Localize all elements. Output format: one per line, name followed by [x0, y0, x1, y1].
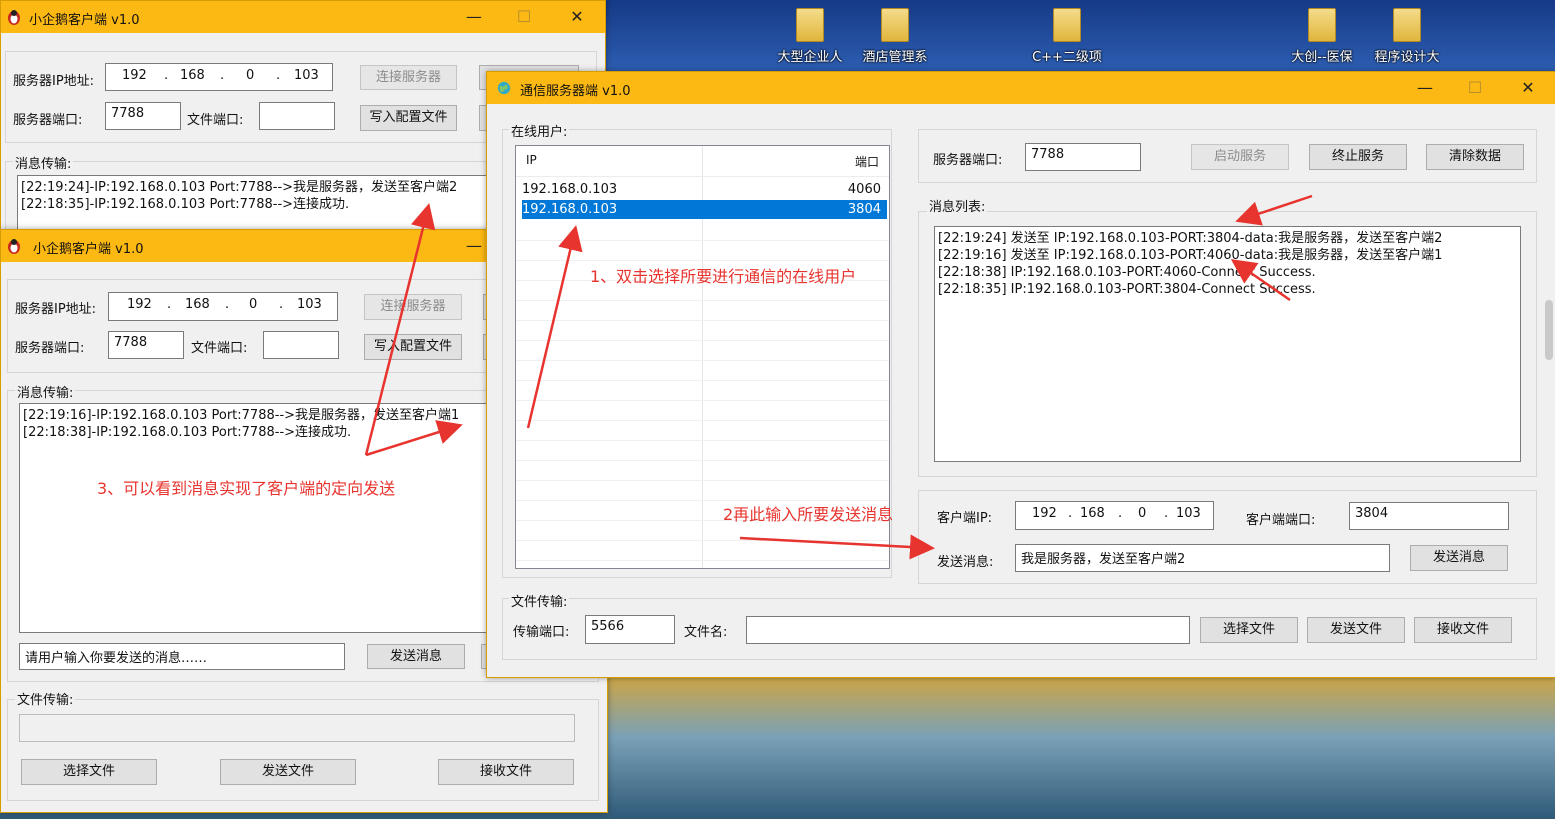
- arrow-to-message-2: [1230, 259, 1291, 302]
- annotation-arrows: [364, 194, 1313, 560]
- arrow-to-send-input: [739, 534, 935, 560]
- arrow-to-client2-msg: [365, 420, 463, 457]
- arrow-to-message-1: [1235, 194, 1313, 226]
- arrow-to-client1-msg: [364, 203, 436, 456]
- arrow-to-user-list: [526, 225, 583, 429]
